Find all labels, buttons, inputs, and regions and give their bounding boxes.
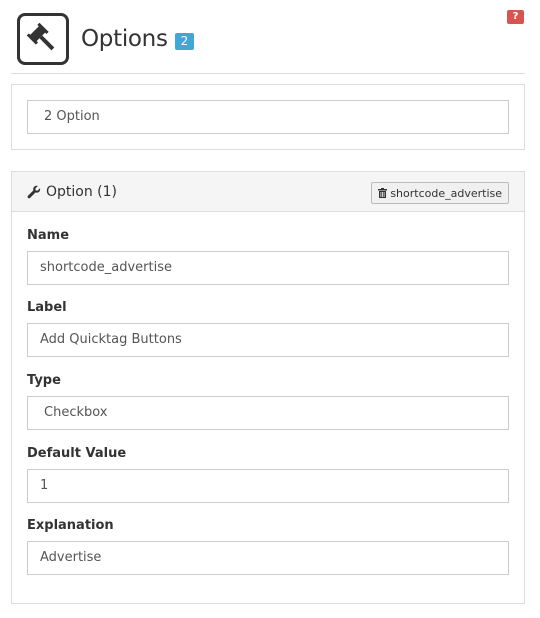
count-badge: 2	[174, 32, 195, 50]
name-field-group: Name shortcode_advertise	[27, 226, 509, 285]
default-value-input[interactable]: 1	[27, 469, 509, 503]
type-label: Type	[27, 373, 61, 388]
gavel-icon	[17, 13, 69, 65]
header-divider	[11, 73, 525, 74]
help-button[interactable]: ?	[507, 10, 524, 24]
explanation-field-group: Explanation Advertise	[27, 516, 509, 575]
option-selector-panel: 2 Option	[11, 84, 525, 150]
name-input[interactable]: shortcode_advertise	[27, 251, 509, 285]
page-title: Options	[81, 26, 168, 52]
remove-option-label: shortcode_advertise	[390, 186, 502, 200]
label-label: Label	[27, 300, 67, 315]
remove-option-button[interactable]: shortcode_advertise	[371, 182, 509, 204]
default-value-field-group: Default Value 1	[27, 444, 509, 503]
name-label: Name	[27, 228, 70, 243]
explanation-label: Explanation	[27, 518, 114, 533]
label-field-group: Label Add Quicktag Buttons	[27, 298, 509, 357]
type-field-group: Type Checkbox	[27, 371, 509, 430]
default-value-label: Default Value	[27, 446, 127, 461]
explanation-input[interactable]: Advertise	[27, 541, 509, 575]
option-panel: Option (1) shortcode_advertise Name shor…	[11, 171, 525, 604]
option-panel-title: Option (1)	[27, 184, 117, 200]
option-panel-heading: Option (1) shortcode_advertise	[12, 172, 524, 212]
page-header: Options 2	[17, 13, 195, 65]
label-input[interactable]: Add Quicktag Buttons	[27, 323, 509, 357]
trash-icon	[378, 188, 388, 198]
option-heading-label: Option (1)	[46, 183, 118, 200]
type-select[interactable]: Checkbox	[27, 396, 509, 430]
option-count-select[interactable]: 2 Option	[27, 100, 509, 134]
wrench-icon	[27, 185, 41, 199]
